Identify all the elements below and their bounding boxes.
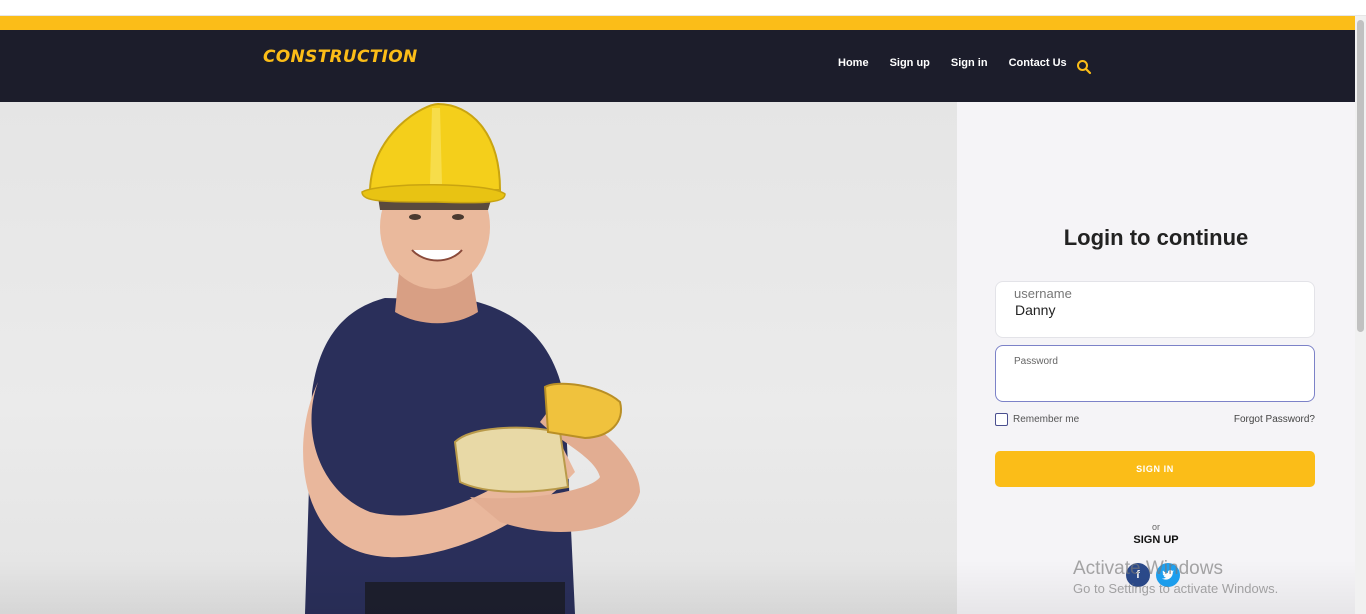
facebook-icon[interactable]: f — [1126, 563, 1150, 587]
nav-home-link[interactable]: Home — [838, 57, 869, 69]
page-scrollbar[interactable] — [1355, 16, 1366, 614]
brand-logo[interactable]: CONSTRUCTION — [263, 47, 418, 67]
accent-strip — [0, 16, 1355, 30]
remember-me-label: Remember me — [1013, 414, 1080, 425]
hero-image — [0, 102, 957, 614]
or-separator: or — [1151, 522, 1160, 532]
sign-in-button[interactable]: SIGN IN — [995, 451, 1315, 487]
forgot-password-link[interactable]: Forgot Password? — [1234, 414, 1315, 425]
construction-worker-photo — [303, 102, 640, 614]
login-panel: Login to continue username Danny Passwor… — [957, 102, 1355, 614]
login-title: Login to continue — [1063, 225, 1249, 250]
password-field[interactable]: Password — [995, 345, 1315, 402]
nav-links: Home Sign up Sign in Contact Us — [838, 57, 1088, 69]
nav-signup-link[interactable]: Sign up — [890, 57, 930, 69]
username-value[interactable]: Danny — [1015, 302, 1295, 318]
password-input[interactable] — [1014, 374, 1298, 394]
sign-up-link[interactable]: SIGN UP — [957, 534, 1355, 546]
remember-me-checkbox[interactable] — [995, 413, 1008, 426]
nav-signin-link[interactable]: Sign in — [951, 57, 988, 69]
search-icon[interactable] — [1076, 59, 1092, 75]
username-field[interactable]: username Danny — [995, 281, 1315, 338]
password-label: Password — [1014, 356, 1058, 367]
nav-contact-link[interactable]: Contact Us — [1009, 57, 1067, 69]
remember-me: Remember me — [995, 413, 1079, 426]
username-label: username — [1014, 286, 1072, 301]
navbar: CONSTRUCTION Home Sign up Sign in Contac… — [0, 30, 1355, 102]
scrollbar-thumb[interactable] — [1357, 20, 1364, 332]
twitter-icon[interactable] — [1156, 563, 1180, 587]
browser-top-bar — [0, 0, 1366, 16]
